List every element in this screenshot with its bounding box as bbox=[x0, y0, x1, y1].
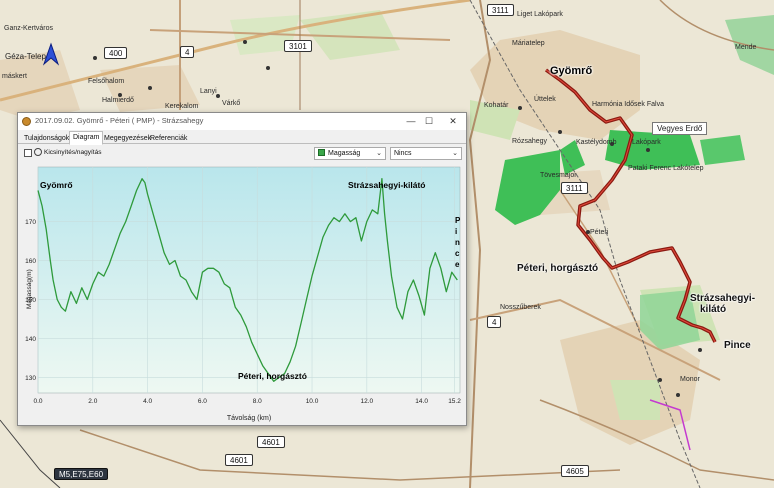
map-label: Ganz-Kertváros bbox=[4, 25, 54, 32]
window-titlebar[interactable]: 2017.09.02. Gyömrő - Péteri ( PMP) - Str… bbox=[18, 113, 466, 130]
tab-diagram[interactable]: Diagram bbox=[69, 131, 104, 145]
map-label: Lanyi bbox=[200, 88, 217, 95]
y-tick-label: 130 bbox=[25, 375, 36, 382]
forest-area bbox=[605, 130, 700, 170]
map-label: Kastélydomb bbox=[576, 139, 617, 146]
road-shield: 4605 bbox=[561, 465, 589, 477]
elevation-profile-window: 2017.09.02. Gyömrő - Péteri ( PMP) - Str… bbox=[17, 112, 467, 426]
x-axis-label: Távolság (km) bbox=[227, 415, 271, 422]
road-shield: 4601 bbox=[225, 454, 253, 466]
road-shield: 4601 bbox=[257, 436, 285, 448]
road-shield: 4 bbox=[487, 316, 502, 328]
road-shield: 4 bbox=[180, 46, 195, 58]
x-tick-label: 15.2 bbox=[448, 398, 461, 405]
tab-properties[interactable]: Tulajdonságok bbox=[20, 132, 73, 144]
map-label: Mende bbox=[735, 44, 757, 51]
zoom-checkbox[interactable] bbox=[24, 149, 32, 157]
annotation-start: Gyömrő bbox=[40, 180, 73, 190]
y-axis-label: Magasság(m) bbox=[26, 269, 33, 309]
map-label: Harmónia Idősek Falva bbox=[592, 101, 664, 108]
map-label: Kohatár bbox=[484, 102, 509, 109]
y-tick-label: 170 bbox=[25, 219, 36, 226]
elevation-chart[interactable]: 130140150160170 0.0 2.0 4.0 6.0 8.0 10.0 12.0 1… bbox=[18, 161, 466, 425]
window-title: 2017.09.02. Gyömrő - Péteri ( PMP) - Str… bbox=[35, 116, 204, 125]
map-label: Lakópark bbox=[632, 139, 661, 146]
chevron-down-icon: ⌄ bbox=[376, 150, 382, 157]
series-color-swatch bbox=[318, 149, 325, 156]
annotation-lake: Péteri, horgásztó bbox=[238, 371, 307, 381]
road-shield: 3111 bbox=[561, 182, 588, 194]
map-poi-label: Péteri, horgásztó bbox=[517, 263, 599, 274]
chevron-down-icon: ⌄ bbox=[452, 150, 458, 157]
map-label: Kerekalom bbox=[165, 103, 199, 110]
secondary-series-dropdown[interactable]: Nincs ⌄ bbox=[390, 147, 462, 160]
map-poi-label: Strázsahegyi- bbox=[690, 293, 756, 304]
map-label: máskert bbox=[2, 73, 27, 80]
chart-plot-background bbox=[37, 166, 461, 394]
map-poi-label: kilátó bbox=[700, 304, 727, 315]
x-tick-label: 2.0 bbox=[88, 398, 97, 405]
forest-area bbox=[700, 135, 745, 165]
x-tick-label: 14.0 bbox=[415, 398, 428, 405]
map-label: Rózsahegy bbox=[512, 138, 548, 145]
close-button[interactable]: ✕ bbox=[446, 115, 460, 127]
x-tick-label: 4.0 bbox=[143, 398, 152, 405]
primary-series-value: Magasság bbox=[328, 150, 361, 157]
map-label: Liget Lakópark bbox=[517, 11, 563, 18]
y-tick-label: 140 bbox=[25, 336, 36, 343]
diagram-toolbar: Kicsinyítés/nagyítás Magasság ⌄ Nincs ⌄ bbox=[18, 145, 466, 161]
map-label: Péteri bbox=[590, 229, 609, 236]
x-tick-label: 10.0 bbox=[306, 398, 319, 405]
map-label: Nosszűberek bbox=[500, 304, 541, 311]
x-tick-label: 12.0 bbox=[361, 398, 374, 405]
map-label: Úttelek bbox=[534, 96, 556, 103]
x-tick-label: 8.0 bbox=[253, 398, 262, 405]
map-label: Géza-Telep bbox=[5, 52, 46, 61]
minimize-button[interactable]: — bbox=[404, 115, 418, 127]
maximize-button[interactable]: ☐ bbox=[422, 115, 436, 127]
secondary-series-value: Nincs bbox=[394, 150, 412, 157]
map-label: Monor bbox=[680, 376, 700, 383]
road-shield: 3101 bbox=[284, 40, 312, 52]
x-tick-label: 0.0 bbox=[33, 398, 42, 405]
x-tick-label: 6.0 bbox=[198, 398, 207, 405]
map-label: Vegyes Erdő bbox=[652, 122, 708, 135]
road-shield: 3111 bbox=[487, 4, 514, 16]
map-label: Pataki Ferenc Lakótelep bbox=[628, 165, 704, 172]
x-axis: 0.0 2.0 4.0 6.0 8.0 10.0 12.0 14.0 15.2 bbox=[33, 398, 461, 405]
map-label: Tövesmajor bbox=[540, 172, 577, 179]
primary-series-dropdown[interactable]: Magasság ⌄ bbox=[314, 147, 386, 160]
motorway-shield: M5,E75,E60 bbox=[54, 468, 109, 480]
magnifier-icon bbox=[34, 148, 42, 156]
map-label: Várkő bbox=[222, 100, 241, 107]
map-label: Felsőhalom bbox=[88, 78, 125, 85]
road-shield: 400 bbox=[104, 47, 128, 59]
map-label: Máriatelep bbox=[512, 40, 545, 47]
app-icon bbox=[22, 117, 31, 126]
map-label: Halmierdő bbox=[102, 97, 134, 104]
map-town-label: Gyömrő bbox=[550, 65, 593, 77]
zoom-label: Kicsinyítés/nagyítás bbox=[44, 149, 102, 156]
tab-references[interactable]: Referenciák bbox=[146, 132, 191, 144]
map-poi-label: Pince bbox=[724, 340, 751, 351]
tab-bar: Tulajdonságok Diagram Megegyezések Refer… bbox=[18, 130, 466, 145]
y-tick-label: 160 bbox=[25, 258, 36, 265]
annotation-summit: Strázsahegyi-kilátó bbox=[348, 180, 425, 190]
